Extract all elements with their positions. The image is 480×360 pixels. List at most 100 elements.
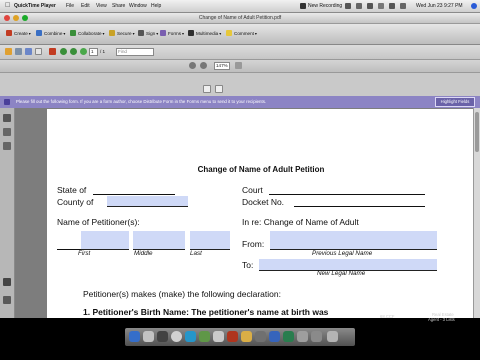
highlight-fields-button[interactable]: Highlight Fields xyxy=(435,97,475,107)
volume-icon[interactable] xyxy=(367,3,373,9)
open-folder-icon[interactable] xyxy=(5,48,12,55)
app-menu[interactable]: QuickTime Player xyxy=(14,3,56,9)
quicktime-icon[interactable] xyxy=(157,331,168,342)
paperclip-icon[interactable] xyxy=(3,296,11,304)
docket-field[interactable] xyxy=(294,206,425,207)
previous-legal-name-label: Previous Legal Name xyxy=(312,250,373,257)
create-label: Create xyxy=(14,31,28,36)
two-page-view-icon[interactable] xyxy=(215,85,223,93)
excel-icon[interactable] xyxy=(283,331,294,342)
secure-label: Secure xyxy=(117,31,132,36)
combine-button[interactable]: Combine▾ xyxy=(36,30,65,38)
navigation-toolbar: 1 / 1 Find xyxy=(0,45,480,60)
lock-icon xyxy=(109,30,115,36)
record-icon[interactable] xyxy=(300,3,306,9)
word-icon[interactable] xyxy=(269,331,280,342)
downloads-folder-icon[interactable] xyxy=(311,331,322,342)
page-up-icon[interactable] xyxy=(80,48,87,55)
window-title-bar: Change of Name of Adult Petition.pdf xyxy=(0,13,480,24)
apple-menu-icon[interactable]:  xyxy=(5,2,10,9)
zoom-level-input[interactable]: 147% xyxy=(214,62,230,70)
time-machine-icon[interactable] xyxy=(400,3,406,9)
task-toolbar: Create▾ Combine▾ Collaborate▾ Secure▾ Si… xyxy=(0,24,480,45)
menu-share[interactable]: Share xyxy=(112,3,125,9)
trash-icon[interactable] xyxy=(327,331,338,342)
safari-icon[interactable] xyxy=(185,331,196,342)
fit-page-icon[interactable] xyxy=(235,62,242,69)
battery-icon[interactable] xyxy=(378,3,384,9)
bluetooth-icon[interactable] xyxy=(356,3,362,9)
comment-button[interactable]: Comment▾ xyxy=(226,30,257,38)
declaration-text: Petitioner(s) makes (make) the following… xyxy=(83,289,281,299)
mail-icon[interactable] xyxy=(213,331,224,342)
save-icon[interactable] xyxy=(25,48,32,55)
zoom-in-icon[interactable] xyxy=(200,62,207,69)
spotlight-icon[interactable] xyxy=(471,3,477,9)
acrobat-icon[interactable] xyxy=(227,331,238,342)
finder-icon[interactable] xyxy=(129,331,140,342)
state-field[interactable] xyxy=(93,194,175,195)
previous-legal-name-field[interactable] xyxy=(270,231,437,250)
collaborate-button[interactable]: Collaborate▾ xyxy=(70,30,105,38)
chevron-down-icon: ▾ xyxy=(182,31,185,36)
display-icon[interactable] xyxy=(389,3,395,9)
form-notice-bar: Please fill out the following form. If y… xyxy=(0,96,480,108)
scrollbar-thumb[interactable] xyxy=(475,112,479,152)
last-name-field[interactable] xyxy=(190,231,230,250)
collaborate-label: Collaborate xyxy=(78,31,102,36)
court-field[interactable] xyxy=(269,194,425,195)
chevron-down-icon: ▾ xyxy=(28,31,31,36)
chrome-icon[interactable] xyxy=(171,331,182,342)
navigation-pane xyxy=(0,108,15,318)
page-number-input[interactable]: 1 xyxy=(89,48,98,56)
menu-window[interactable]: Window xyxy=(129,3,147,9)
create-button[interactable]: Create▾ xyxy=(6,30,31,38)
app-icon[interactable] xyxy=(255,331,266,342)
chevron-down-icon: ▾ xyxy=(219,31,222,36)
documents-folder-icon[interactable] xyxy=(297,331,308,342)
notes-icon[interactable] xyxy=(241,331,252,342)
next-page-icon[interactable] xyxy=(70,48,77,55)
menu-file[interactable]: File xyxy=(66,3,74,9)
window-title: Change of Name of Adult Petition.pdf xyxy=(198,15,282,21)
secure-button[interactable]: Secure▾ xyxy=(109,30,135,38)
menu-view[interactable]: View xyxy=(96,3,107,9)
single-page-view-icon[interactable] xyxy=(203,85,211,93)
print-icon[interactable] xyxy=(15,48,22,55)
email-icon[interactable] xyxy=(35,48,42,55)
dock: 68.CCF Real Estate Agent - 3 Lists xyxy=(0,312,480,360)
last-name-label: Last xyxy=(190,250,202,257)
system-preferences-icon[interactable] xyxy=(143,331,154,342)
first-name-field[interactable] xyxy=(81,231,129,250)
forms-button[interactable]: Forms▾ xyxy=(160,30,184,38)
zoom-out-icon[interactable] xyxy=(189,62,196,69)
page-count: / 1 xyxy=(100,49,106,54)
toolbar-spacer xyxy=(0,73,480,96)
bookmarks-panel-icon[interactable] xyxy=(3,128,11,136)
sign-button[interactable]: Sign▾ xyxy=(138,30,158,38)
layers-panel-icon[interactable] xyxy=(3,278,11,286)
facetime-icon[interactable] xyxy=(199,331,210,342)
wifi-icon[interactable] xyxy=(345,3,351,9)
attachments-panel-icon[interactable] xyxy=(3,142,11,150)
chevron-down-icon: ▾ xyxy=(132,31,135,36)
middle-name-field[interactable] xyxy=(133,231,185,250)
menu-help[interactable]: Help xyxy=(151,3,161,9)
menu-edit[interactable]: Edit xyxy=(81,3,90,9)
multimedia-label: Multimedia xyxy=(196,31,219,36)
menu-clock[interactable]: Wed Jun 23 9:27 PM xyxy=(416,3,463,9)
previous-page-icon[interactable] xyxy=(60,48,67,55)
pdf-page: Change of Name of Adult Petition State o… xyxy=(47,109,475,319)
chevron-down-icon: ▾ xyxy=(254,31,257,36)
recording-status: New Recording xyxy=(308,3,343,9)
pages-panel-icon[interactable] xyxy=(3,114,11,122)
county-field[interactable] xyxy=(107,196,188,207)
vertical-scrollbar[interactable] xyxy=(473,108,480,318)
pdf-icon[interactable] xyxy=(49,48,56,55)
combine-label: Combine xyxy=(44,31,63,36)
docket-label: Docket No. xyxy=(242,197,285,207)
comment-label: Comment xyxy=(234,31,254,36)
find-input[interactable]: Find xyxy=(116,48,154,56)
state-label: State of xyxy=(57,185,87,195)
multimedia-button[interactable]: Multimedia▾ xyxy=(188,30,221,38)
